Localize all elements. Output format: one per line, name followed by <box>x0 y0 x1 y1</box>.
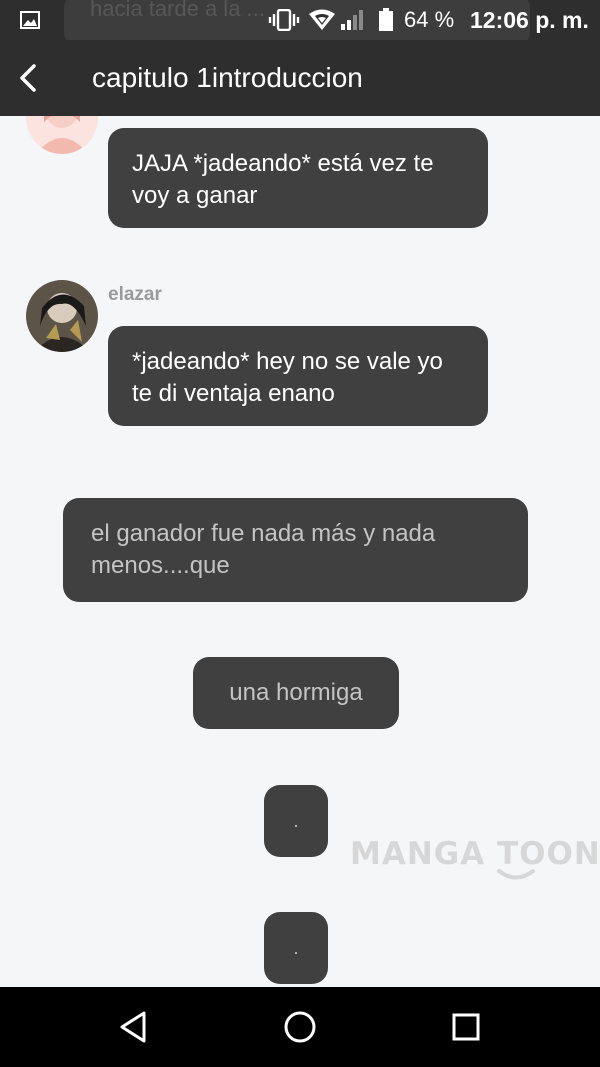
narration-bubble[interactable]: una hormiga <box>193 657 399 729</box>
message-text: *jadeando* hey no se vale yo te di venta… <box>132 348 443 407</box>
clock: 12:06 p. m. <box>470 6 589 33</box>
avatar-elazar[interactable] <box>26 280 98 352</box>
message-bubble[interactable]: *jadeando* hey no se vale yo te di venta… <box>108 326 488 426</box>
narration-bubble[interactable]: . <box>264 785 328 857</box>
home-circle-icon[interactable] <box>280 1007 320 1047</box>
narration-text: . <box>293 811 299 831</box>
message-text: JAJA *jadeando* está vez te voy a ganar <box>132 150 434 209</box>
app-header: capitulo 1introduccion <box>0 40 600 116</box>
mangatoon-watermark: MANGA TOON <box>350 836 600 880</box>
signal-icon <box>340 0 366 40</box>
battery-icon <box>378 0 394 40</box>
page-title: capitulo 1introduccion <box>92 62 363 93</box>
notification-preview-text: hacia tarde a la ... <box>90 0 265 21</box>
message-bubble[interactable]: JAJA *jadeando* está vez te voy a ganar <box>108 128 488 228</box>
chevron-left-icon[interactable] <box>12 56 44 100</box>
status-bar: hacia tarde a la ... 64 % 12:06 p. m. <box>0 0 600 40</box>
narration-text: . <box>293 938 299 958</box>
narration-bubble[interactable]: el ganador fue nada más y nada menos....… <box>63 498 528 602</box>
chat-area[interactable]: simon JAJA *jadeando* está vez te voy a … <box>0 0 600 987</box>
back-triangle-icon[interactable] <box>114 1007 154 1047</box>
image-icon <box>20 0 40 40</box>
recents-square-icon[interactable] <box>446 1007 486 1047</box>
vibrate-icon <box>268 0 300 40</box>
wifi-icon <box>308 0 336 40</box>
narration-bubble[interactable]: . <box>264 912 328 984</box>
system-nav-bar <box>0 987 600 1067</box>
narration-text: una hormiga <box>229 679 363 706</box>
battery-percent: 64 % <box>404 7 455 32</box>
watermark-text: MANGA TOON <box>350 836 600 872</box>
narration-text: el ganador fue nada más y nada menos....… <box>91 520 436 579</box>
message-username: elazar <box>108 284 162 305</box>
smile-icon <box>497 869 535 880</box>
